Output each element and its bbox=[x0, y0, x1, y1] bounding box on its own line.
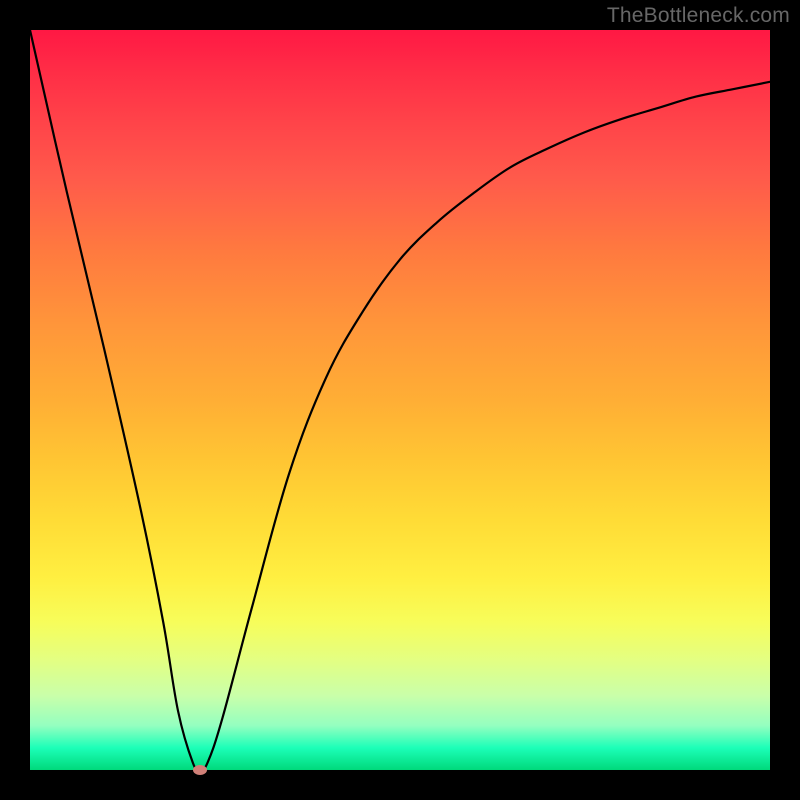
bottleneck-curve bbox=[30, 30, 770, 770]
plot-area bbox=[30, 30, 770, 770]
curve-svg bbox=[30, 30, 770, 770]
chart-frame: TheBottleneck.com bbox=[0, 0, 800, 800]
attribution-text: TheBottleneck.com bbox=[607, 4, 790, 28]
optimal-point-marker bbox=[193, 765, 207, 775]
